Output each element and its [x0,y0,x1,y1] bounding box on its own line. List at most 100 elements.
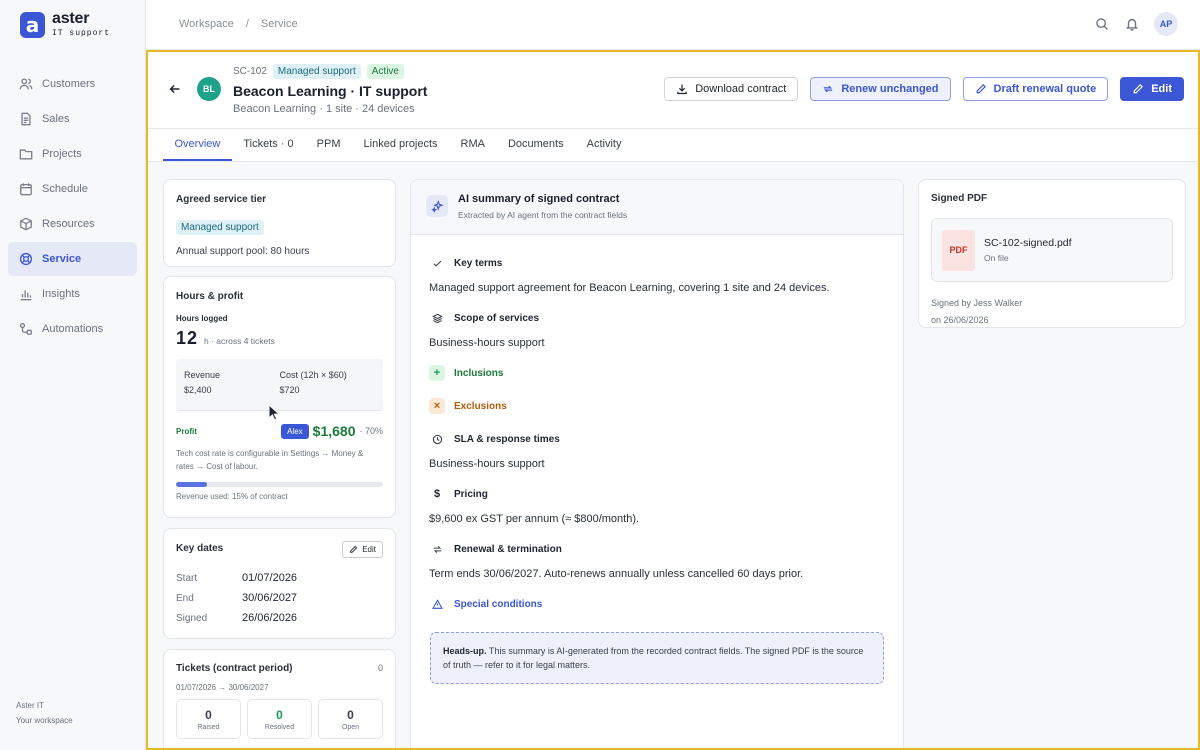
bell-icon [1125,18,1139,31]
tab-linked-projects[interactable]: Linked projects [352,129,449,161]
sidebar-item-label: Resources [42,218,95,230]
signed-by: Signed by Jess Walker [931,298,1023,308]
download-contract-button[interactable]: Download contract [664,77,799,101]
section-key-terms: Key terms [429,250,885,276]
service-tier-card: Agreed service tier Managed support Annu… [163,179,396,267]
status-badge: Active [366,64,404,79]
ai-summary-subtitle: Extracted by AI agent from the contract … [458,210,628,220]
breadcrumb-workspace[interactable]: Workspace [179,18,234,30]
calendar-icon [20,183,32,196]
date-label: End [176,592,194,604]
section-exclusions[interactable]: × Exclusions [429,393,885,419]
stat-label: Resolved [264,723,295,731]
card-title: Signed PDF [931,193,988,204]
clock-icon [429,431,445,447]
search-button[interactable] [1094,16,1110,32]
date-value: 30/06/2027 [242,592,298,604]
tab-overview[interactable]: Overview [163,129,232,161]
headsup-title: Heads-up. [443,646,487,656]
page-title: Beacon Learning · IT support [233,83,428,99]
revenue-used-fill [176,482,208,487]
tickets-raised-stat[interactable]: 0 Raised [176,699,241,739]
tickets-open-stat[interactable]: 0 Open [318,699,383,739]
topbar: Workspace / Service AP [146,0,1200,50]
sidebar-item-sales[interactable]: Sales [8,102,137,136]
back-button[interactable] [168,82,182,96]
breadcrumb-service[interactable]: Service [261,18,298,30]
plus-icon: + [429,365,445,381]
app-logo[interactable]: a aster IT support [20,11,110,38]
warning-icon [429,596,445,612]
section-sla: SLA & response times [429,426,885,452]
section-special-conditions[interactable]: Special conditions [429,591,885,617]
headsup-text: This summary is AI-generated from the re… [443,646,864,670]
tab-documents[interactable]: Documents [496,129,575,161]
section-pricing: $ Pricing [429,481,885,507]
cost-value: $720 [279,385,300,395]
main-panel: BL SC-102 Managed support Active Beacon … [146,50,1200,750]
profit-label: Profit [176,426,197,436]
sidebar-item-label: Sales [42,113,70,125]
tab-rma[interactable]: RMA [449,129,496,161]
flow-icon [19,322,32,335]
tab-ppm[interactable]: PPM [305,129,352,161]
document-icon [21,112,31,126]
date-row-signed: Signed 26/06/2026 [176,608,383,628]
client-avatar: BL [197,77,221,101]
sparkles-icon [426,195,448,217]
hours-profit-card: Hours & profit Hours logged 12 h · acros… [163,276,396,518]
card-title: Hours & profit [176,291,244,302]
tier-badge: Managed support [272,64,361,79]
sidebar-item-automations[interactable]: Automations [8,312,137,346]
key-dates-card: Key dates Edit Start 01/07/2026 End 30/0… [163,528,396,639]
tab-activity[interactable]: Activity [575,129,633,161]
sidebar-item-customers[interactable]: Customers [8,67,137,101]
pdf-file-icon: PDF [942,229,975,271]
ai-summary-header: AI summary of signed contract Extracted … [411,180,903,235]
edit-label: Edit [1151,83,1172,95]
section-label: Pricing [454,488,488,500]
mouse-pointer-icon [268,404,281,421]
profit-value: $1,680 [312,423,356,439]
section-inclusions[interactable]: + Inclusions [429,360,885,386]
hours-logged-label: Hours logged [176,314,228,323]
sidebar-item-insights[interactable]: Insights [8,277,137,311]
date-row-end: End 30/06/2027 [176,588,383,608]
app-name: aster [52,10,90,27]
revenue-used-bar [176,482,383,487]
contract-header: BL SC-102 Managed support Active Beacon … [148,52,1198,128]
section-label: Key terms [454,257,503,269]
section-label: Inclusions [454,367,504,379]
section-scope: Scope of services [429,305,885,331]
collaborator-cursor-tag: Alex [281,423,309,439]
pencil-icon [1133,84,1144,94]
stat-label: Open [341,723,360,731]
app-subtitle: IT support [52,29,111,38]
contract-period: 01/07/2026 → 30/06/2027 [176,683,269,692]
sidebar-item-schedule[interactable]: Schedule [8,172,137,206]
draft-renewal-quote-button[interactable]: Draft renewal quote [962,77,1109,101]
pdf-file-link[interactable]: PDF SC-102-signed.pdf On file [931,218,1173,282]
sidebar-item-resources[interactable]: Resources [8,207,137,241]
notifications-button[interactable] [1124,16,1140,32]
sidebar-item-service[interactable]: Service [8,242,137,276]
user-avatar[interactable]: AP [1154,12,1178,36]
edit-dates-button[interactable]: Edit [342,541,383,558]
hours-logged-value: 12 [176,328,199,348]
stat-value: 0 [276,707,283,722]
renew-unchanged-label: Renew unchanged [841,83,939,95]
section-label: Renewal & termination [454,543,562,555]
tickets-resolved-stat[interactable]: 0 Resolved [247,699,312,739]
tickets-card: Tickets (contract period) 0 01/07/2026 →… [163,649,396,748]
tickets-count: 0 [377,663,383,673]
renew-unchanged-button[interactable]: Renew unchanged [810,77,951,101]
workspace-name: Aster IT [16,701,45,710]
edit-button[interactable]: Edit [1120,77,1184,101]
breadcrumb-separator: / [245,18,249,30]
pencil-icon [976,84,986,94]
tab-tickets[interactable]: Tickets · 0 [232,129,305,161]
sidebar-item-projects[interactable]: Projects [8,137,137,171]
date-value: 26/06/2026 [242,612,298,624]
contract-id: SC-102 [233,66,267,77]
stat-value: 0 [347,707,354,722]
